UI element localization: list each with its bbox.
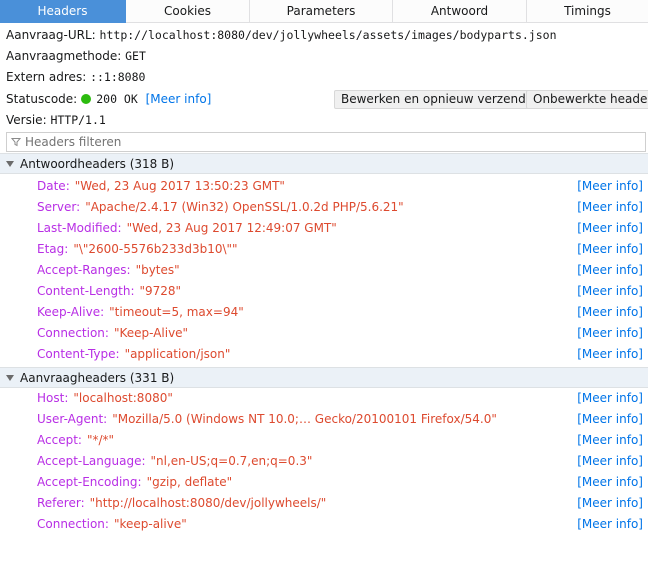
header-name: Connection bbox=[37, 517, 105, 531]
header-row: Last-Modified: "Wed, 23 Aug 2017 12:49:07… bbox=[0, 218, 648, 239]
header-row: Host: "localhost:8080" [Meer info] bbox=[0, 388, 648, 409]
header-row: Accept-Ranges: "bytes" [Meer info] bbox=[0, 260, 648, 281]
remote-address-row: Extern adres: ::1:8080 bbox=[6, 67, 145, 88]
more-info-link[interactable]: [Meer info] bbox=[577, 323, 643, 344]
status-more-info-link[interactable]: [Meer info] bbox=[146, 92, 212, 106]
header-value: "http://localhost:8080/dev/jollywheels/" bbox=[89, 496, 327, 510]
status-code-value: 200 OK bbox=[96, 92, 138, 106]
more-info-link[interactable]: [Meer info] bbox=[577, 493, 643, 514]
version-row: Versie: HTTP/1.1 bbox=[6, 110, 106, 131]
header-row: Accept: "*/*" [Meer info] bbox=[0, 430, 648, 451]
request-url-label: Aanvraag-URL: bbox=[6, 28, 96, 42]
header-value: "keep-alive" bbox=[113, 517, 187, 531]
collapse-arrow-icon[interactable] bbox=[6, 161, 14, 167]
header-value: "Keep-Alive" bbox=[113, 326, 189, 340]
header-row: Content-Type: "application/json" [Meer in… bbox=[0, 344, 648, 365]
header-value: "localhost:8080" bbox=[73, 391, 173, 405]
status-code-label: Statuscode: bbox=[6, 92, 78, 106]
header-name: Accept-Ranges bbox=[37, 263, 127, 277]
tab-cookies[interactable]: Cookies bbox=[126, 0, 250, 23]
headers-filter-input[interactable] bbox=[25, 133, 645, 151]
header-row: Connection: "keep-alive" [Meer info] bbox=[0, 514, 648, 535]
header-name: Connection bbox=[37, 326, 105, 340]
more-info-link[interactable]: [Meer info] bbox=[577, 388, 643, 409]
header-name: User-Agent bbox=[37, 412, 104, 426]
header-row: Etag: "\"2600-5576b233d3b10\"" [Meer info… bbox=[0, 239, 648, 260]
filter-icon bbox=[7, 133, 25, 151]
header-name: Date bbox=[37, 179, 66, 193]
headers-filter-box bbox=[6, 132, 646, 152]
raw-headers-button[interactable]: Onbewerkte headers bbox=[526, 90, 648, 109]
header-value: "\"2600-5576b233d3b10\"" bbox=[73, 242, 238, 256]
status-code-row: Statuscode: 200 OK [Meer info] bbox=[6, 89, 211, 110]
tab-parameters[interactable]: Parameters bbox=[250, 0, 393, 23]
remote-address-label: Extern adres: bbox=[6, 70, 87, 84]
more-info-link[interactable]: [Meer info] bbox=[577, 344, 643, 365]
header-name: Referer bbox=[37, 496, 81, 510]
header-value: "*/*" bbox=[86, 433, 115, 447]
more-info-link[interactable]: [Meer info] bbox=[577, 218, 643, 239]
header-name: Content-Length bbox=[37, 284, 131, 298]
version-label: Versie: bbox=[6, 113, 47, 127]
header-name: Accept-Encoding bbox=[37, 475, 138, 489]
request-url-row: Aanvraag-URL: http://localhost:8080/dev/… bbox=[6, 25, 557, 46]
version-value: HTTP/1.1 bbox=[50, 113, 106, 127]
request-headers-title: Aanvraagheaders (331 B) bbox=[20, 371, 175, 385]
header-name: Server bbox=[37, 200, 77, 214]
request-method-row: Aanvraagmethode: GET bbox=[6, 46, 146, 67]
header-name: Etag bbox=[37, 242, 65, 256]
header-value: "application/json" bbox=[124, 347, 231, 361]
request-method-value: GET bbox=[125, 49, 146, 63]
collapse-arrow-icon[interactable] bbox=[6, 375, 14, 381]
header-row: User-Agent: "Mozilla/5.0 (Windows NT 10.0… bbox=[0, 409, 648, 430]
response-headers-section-header[interactable]: Antwoordheaders (318 B) bbox=[0, 153, 648, 174]
header-value: "Apache/2.4.17 (Win32) OpenSSL/1.0.2d PH… bbox=[85, 200, 404, 214]
request-url-value: http://localhost:8080/dev/jollywheels/as… bbox=[99, 28, 557, 42]
header-row: Content-Length: "9728" [Meer info] bbox=[0, 281, 648, 302]
header-value: "9728" bbox=[139, 284, 182, 298]
header-row: Connection: "Keep-Alive" [Meer info] bbox=[0, 323, 648, 344]
header-name: Accept-Language bbox=[37, 454, 142, 468]
header-value: "Wed, 23 Aug 2017 13:50:23 GMT" bbox=[74, 179, 285, 193]
header-value: "Wed, 23 Aug 2017 12:49:07 GMT" bbox=[126, 221, 337, 235]
header-value: "Mozilla/5.0 (Windows NT 10.0;… Gecko/20… bbox=[112, 412, 497, 426]
request-headers-section-header[interactable]: Aanvraagheaders (331 B) bbox=[0, 367, 648, 388]
header-name: Accept bbox=[37, 433, 78, 447]
more-info-link[interactable]: [Meer info] bbox=[577, 239, 643, 260]
more-info-link[interactable]: [Meer info] bbox=[577, 451, 643, 472]
tab-antwoord[interactable]: Antwoord bbox=[393, 0, 527, 23]
remote-address-value: ::1:8080 bbox=[90, 70, 146, 84]
tab-timings[interactable]: Timings bbox=[527, 0, 648, 23]
more-info-link[interactable]: [Meer info] bbox=[577, 472, 643, 493]
more-info-link[interactable]: [Meer info] bbox=[577, 176, 643, 197]
more-info-link[interactable]: [Meer info] bbox=[577, 302, 643, 323]
header-row: Accept-Encoding: "gzip, deflate" [Meer in… bbox=[0, 472, 648, 493]
header-name: Host bbox=[37, 391, 65, 405]
header-row: Referer: "http://localhost:8080/dev/jolly… bbox=[0, 493, 648, 514]
tab-bar: Headers Cookies Parameters Antwoord Timi… bbox=[0, 0, 648, 23]
header-row: Date: "Wed, 23 Aug 2017 13:50:23 GMT" [Me… bbox=[0, 176, 648, 197]
more-info-link[interactable]: [Meer info] bbox=[577, 281, 643, 302]
edit-resend-button[interactable]: Bewerken en opnieuw verzenden bbox=[334, 90, 548, 109]
response-headers-title: Antwoordheaders (318 B) bbox=[20, 157, 175, 171]
header-value: "gzip, deflate" bbox=[146, 475, 233, 489]
header-name: Keep-Alive bbox=[37, 305, 101, 319]
request-method-label: Aanvraagmethode: bbox=[6, 49, 122, 63]
more-info-link[interactable]: [Meer info] bbox=[577, 514, 643, 535]
header-name: Content-Type bbox=[37, 347, 116, 361]
header-value: "bytes" bbox=[135, 263, 180, 277]
more-info-link[interactable]: [Meer info] bbox=[577, 430, 643, 451]
more-info-link[interactable]: [Meer info] bbox=[577, 409, 643, 430]
status-dot-icon bbox=[81, 94, 92, 104]
header-row: Keep-Alive: "timeout=5, max=94" [Meer inf… bbox=[0, 302, 648, 323]
header-name: Last-Modified bbox=[37, 221, 118, 235]
header-row: Server: "Apache/2.4.17 (Win32) OpenSSL/1.… bbox=[0, 197, 648, 218]
header-row: Accept-Language: "nl,en-US;q=0.7,en;q=0.3… bbox=[0, 451, 648, 472]
header-value: "timeout=5, max=94" bbox=[109, 305, 244, 319]
header-value: "nl,en-US;q=0.7,en;q=0.3" bbox=[150, 454, 313, 468]
tab-headers[interactable]: Headers bbox=[0, 0, 126, 23]
more-info-link[interactable]: [Meer info] bbox=[577, 197, 643, 218]
more-info-link[interactable]: [Meer info] bbox=[577, 260, 643, 281]
